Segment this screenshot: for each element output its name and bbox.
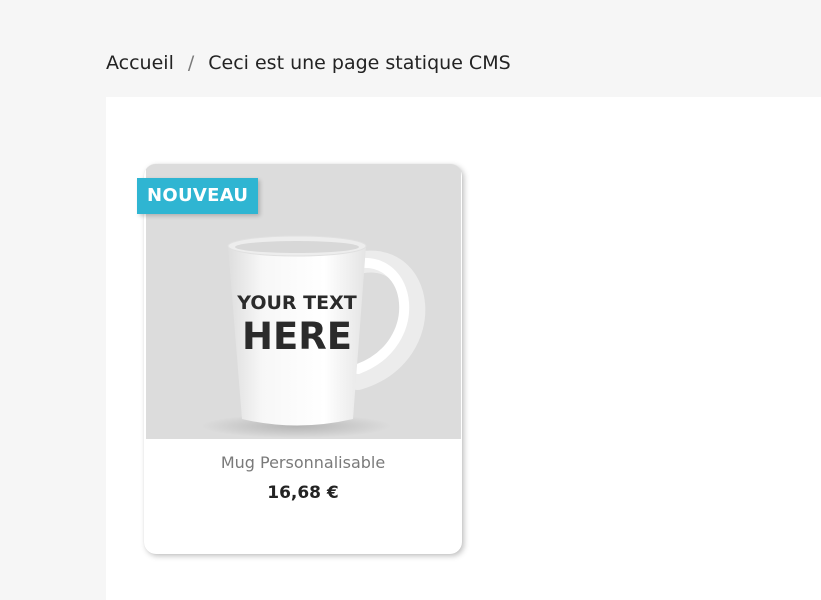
breadcrumb: Accueil / Ceci est une page statique CMS [106,52,511,74]
new-product-badge: NOUVEAU [137,178,259,214]
breadcrumb-current-page: Ceci est une page statique CMS [208,52,511,74]
product-card[interactable]: YOUR TEXT HERE Mug Personnalisable 16,68… [144,164,462,554]
product-price: 16,68 € [267,483,339,503]
breadcrumb-home-link[interactable]: Accueil [106,52,174,74]
mug-text-line2: HERE [242,315,352,358]
mug-text-line1: YOUR TEXT [236,292,356,314]
product-title-link[interactable]: Mug Personnalisable [144,453,462,472]
breadcrumb-separator: / [187,52,195,74]
